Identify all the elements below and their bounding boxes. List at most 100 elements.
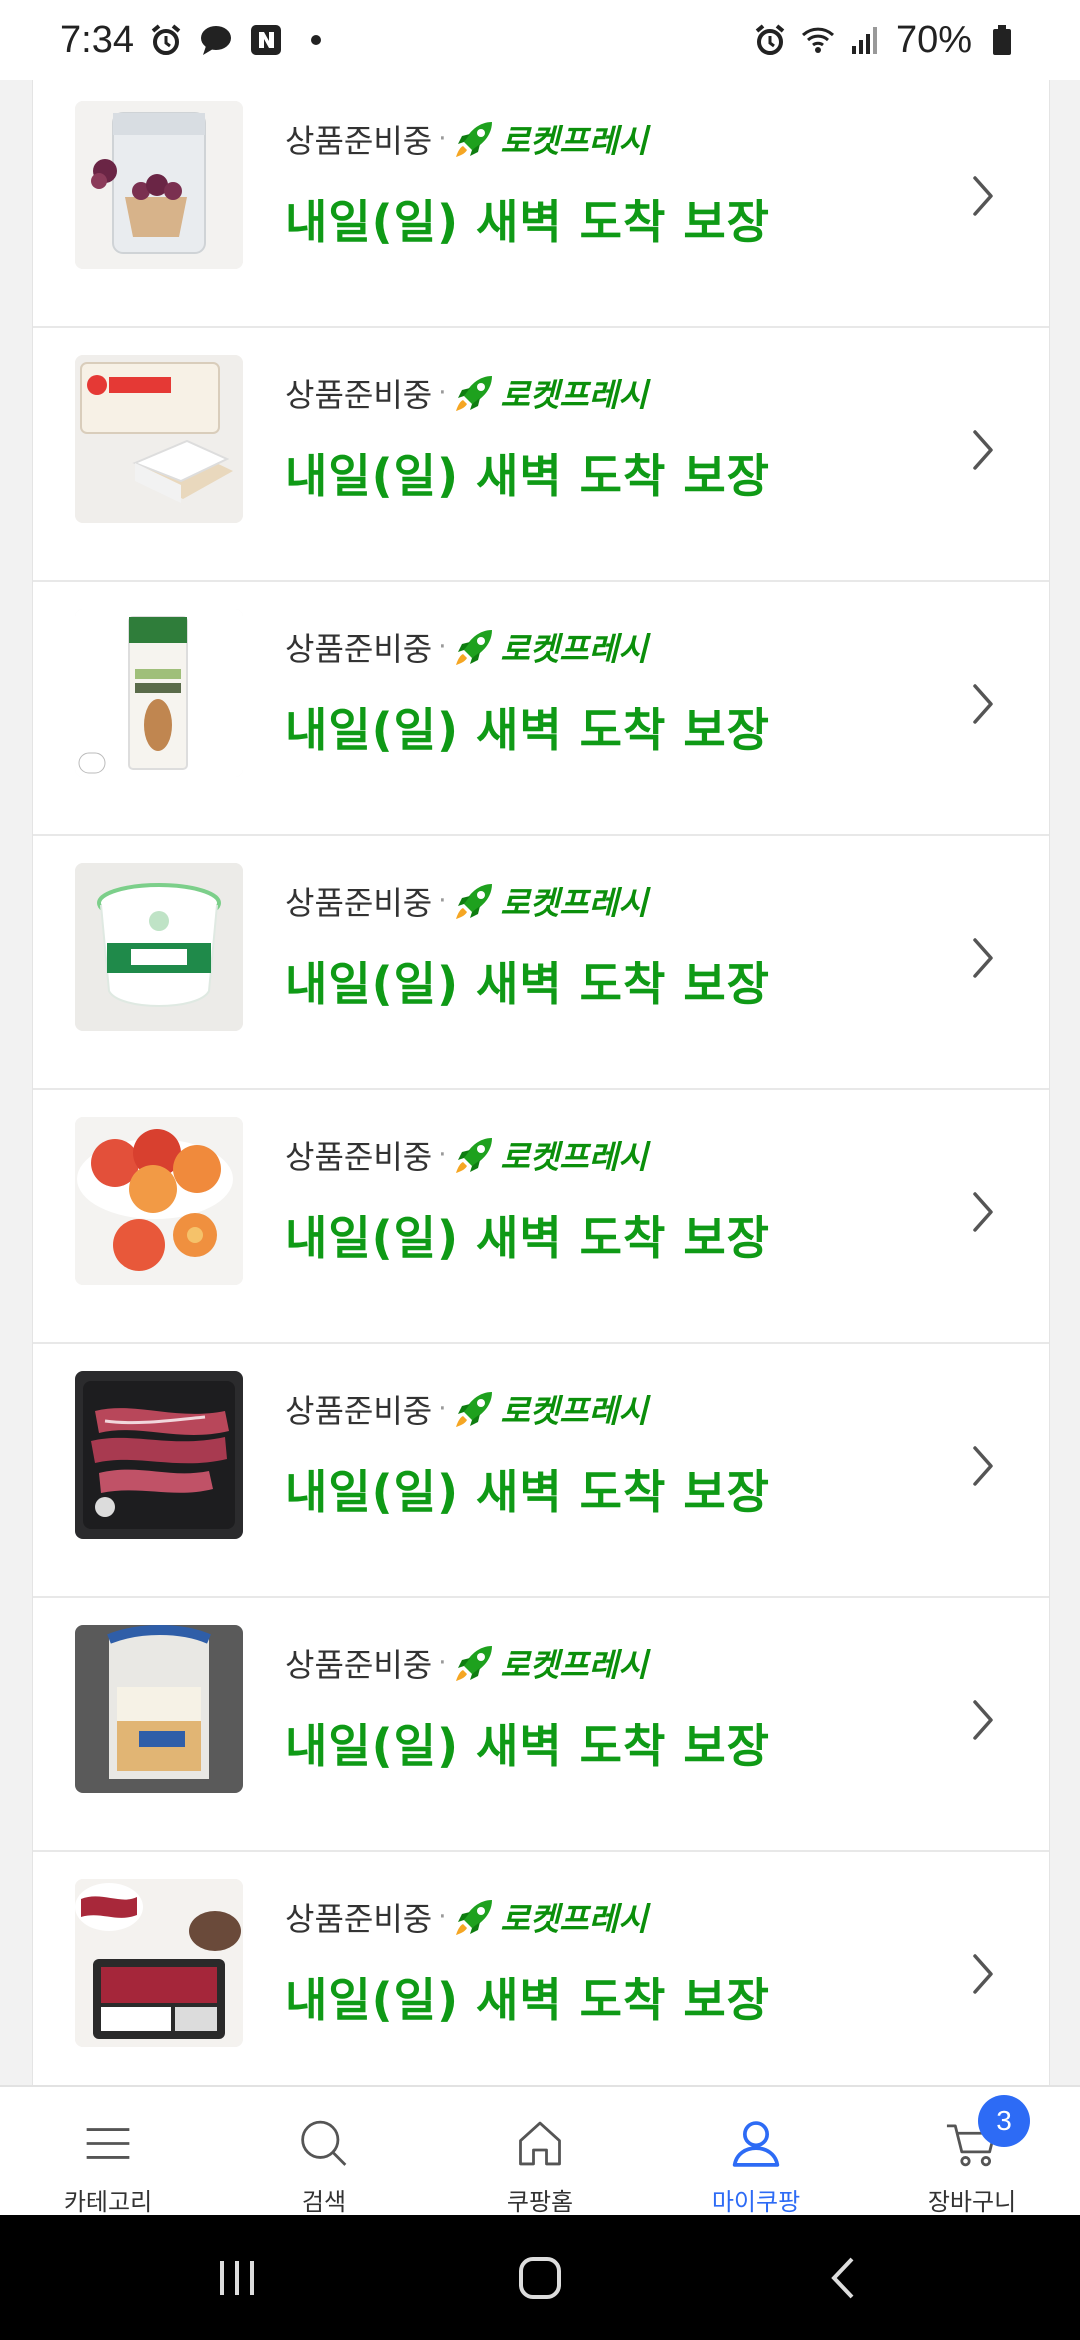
order-status: 상품준비중 [285,1646,433,1684]
separator-dot: · [438,886,447,916]
delivery-guarantee: 내일(일) 새벽 도착 보장 [285,1973,770,2027]
signal-icon [851,27,877,54]
chevron-right-icon[interactable] [963,166,1003,226]
chevron-right-icon[interactable] [963,1436,1003,1496]
menu-icon [86,2128,130,2159]
chevron-right-icon[interactable] [963,674,1003,734]
separator-dot: · [438,1140,447,1170]
product-thumbnail[interactable] [75,1879,243,2047]
order-item-row[interactable]: 상품준비중 · 로켓프레시내일(일) 새벽 도착 보장 [33,80,1049,328]
chevron-right-icon[interactable] [963,1944,1003,2004]
back-icon[interactable] [808,2245,878,2311]
order-meta: 상품준비중 · 로켓프레시 [285,1130,648,1180]
order-meta: 상품준비중 · 로켓프레시 [285,1638,648,1688]
order-status: 상품준비중 [285,884,433,922]
rocket-fresh-label: 로켓프레시 [500,1900,648,1938]
chevron-right-icon[interactable] [963,1182,1003,1242]
rocket-fresh-icon [456,1392,493,1427]
product-thumbnail[interactable] [75,101,243,269]
battery-percent: 70% [895,18,972,61]
separator-dot: · [438,1648,447,1678]
rocket-fresh-label: 로켓프레시 [500,1138,648,1176]
bottom-navigation: 카테고리 검색 쿠팡홈 마이쿠팡 장바구니 3 [0,2085,1080,2217]
delivery-guarantee: 내일(일) 새벽 도착 보장 [285,1211,770,1265]
nav-search-label: 검색 [301,2188,347,2216]
rocket-fresh-label: 로켓프레시 [500,122,648,160]
chat-bubble-icon [200,26,231,55]
order-status: 상품준비중 [285,376,433,414]
order-meta: 상품준비중 · 로켓프레시 [285,114,648,164]
rocket-fresh-label: 로켓프레시 [500,630,648,668]
order-item-row[interactable]: 상품준비중 · 로켓프레시 내일(일) 새벽 도착 보장 [33,582,1049,836]
chevron-right-icon[interactable] [963,420,1003,480]
product-thumbnail[interactable] [75,863,243,1031]
chevron-right-icon[interactable] [963,928,1003,988]
product-thumbnail[interactable] [75,355,243,523]
order-item-row[interactable]: 상품준비중 · 로켓프레시내일(일) 새벽 도착 보장 [33,1852,1049,2085]
nav-cart[interactable]: 장바구니 3 [864,2087,1080,2217]
beef-slices-product-image [75,1371,243,1539]
milk-bread-product-image [75,1625,243,1793]
separator-dot: · [438,1394,447,1424]
nav-search[interactable]: 검색 [216,2087,432,2217]
android-navigation-bar [0,2215,1080,2340]
rocket-fresh-icon [456,1900,493,1935]
order-meta: 상품준비중 · 로켓프레시 [285,368,648,418]
home-icon [519,2121,561,2166]
separator-dot: · [438,632,447,662]
order-status: 상품준비중 [285,1138,433,1176]
rocket-fresh-icon [456,376,493,411]
nav-category-label: 카테고리 [63,2188,153,2216]
search-icon [301,2120,347,2166]
rocket-fresh-label: 로켓프레시 [500,376,648,414]
naver-icon [250,25,281,55]
nav-category[interactable]: 카테고리 [0,2087,216,2217]
order-status: 상품준비중 [285,122,433,160]
order-item-row[interactable]: 상품준비중 · 로켓프레시내일(일) 새벽 도착 보장 [33,1090,1049,1344]
order-meta: 상품준비중 · 로켓프레시 [285,1892,648,1942]
order-status: 상품준비중 [285,630,433,668]
recent-apps-icon[interactable] [202,2245,272,2311]
battery-icon [993,25,1011,55]
nav-my-coupang-label: 마이쿠팡 [711,2188,801,2216]
nav-my-coupang[interactable]: 마이쿠팡 [648,2087,864,2217]
product-thumbnail[interactable] [75,1625,243,1793]
order-meta: 상품준비중 · 로켓프레시 [285,1384,648,1434]
chevron-right-icon[interactable] [963,1690,1003,1750]
rocket-fresh-icon [456,1138,493,1173]
notification-dot-icon [310,35,321,45]
home-button-icon[interactable] [505,2245,575,2311]
product-thumbnail[interactable] [75,1117,243,1285]
peaches-product-image [75,1117,243,1285]
order-status: 상품준비중 [285,1392,433,1430]
delivery-guarantee: 내일(일) 새벽 도착 보장 [285,957,770,1011]
product-thumbnail[interactable] [75,1371,243,1539]
greek-yogurt-product-image [75,863,243,1031]
separator-dot: · [438,124,447,154]
rocket-fresh-label: 로켓프레시 [500,1646,648,1684]
order-status: 상품준비중 [285,1900,433,1938]
status-time: 7:34 [60,18,134,61]
order-item-row[interactable]: 상품준비중 · 로켓프레시내일(일) 새벽 도착 보장 [33,1598,1049,1852]
rocket-fresh-icon [456,884,493,919]
almond-milk-product-image [75,609,243,777]
delivery-guarantee: 내일(일) 새벽 도착 보장 [285,1465,770,1519]
beef-pack-product-image [75,1879,243,2047]
cart-count-badge: 3 [978,2095,1030,2147]
status-bar: 7:34 70% [0,0,1080,80]
delivery-guarantee: 내일(일) 새벽 도착 보장 [285,449,770,503]
delivery-guarantee: 내일(일) 새벽 도착 보장 [285,195,770,249]
order-item-row[interactable]: 상품준비중 · 로켓프레시내일(일) 새벽 도착 보장 [33,836,1049,1090]
wifi-icon [801,27,834,53]
rocket-fresh-icon [456,122,493,157]
order-item-row[interactable]: 상품준비중 · 로켓프레시내일(일) 새벽 도착 보장 [33,328,1049,582]
rocket-fresh-label: 로켓프레시 [500,884,648,922]
order-list: 상품준비중 · 로켓프레시 내일(일) 새벽 도착 보장 상품준비중 · 로켓프레시 내일(일… [32,80,1050,2085]
product-thumbnail[interactable] [75,609,243,777]
order-item-row[interactable]: 상품준비중 · 로켓프레시내일(일) 새벽 도착 보장 [33,1344,1049,1598]
nav-home[interactable]: 쿠팡홈 [432,2087,648,2217]
rice-bag-product-image [75,101,243,269]
rocket-fresh-icon [456,1646,493,1681]
nav-home-label: 쿠팡홈 [506,2188,574,2216]
delivery-guarantee: 내일(일) 새벽 도착 보장 [285,1719,770,1773]
